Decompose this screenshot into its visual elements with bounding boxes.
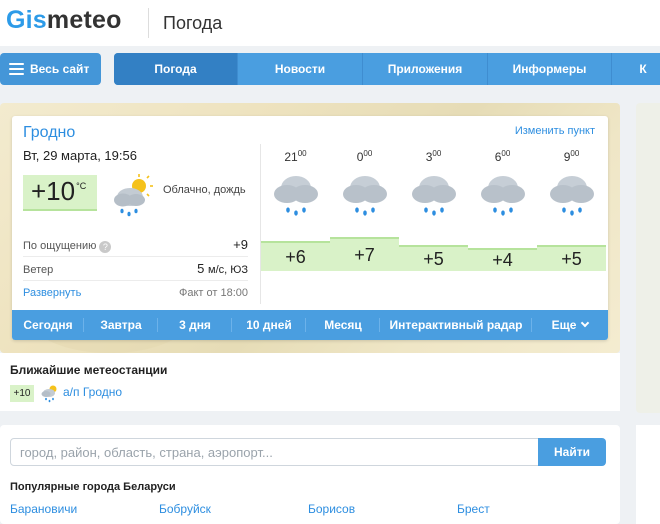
city-link-brest[interactable]: Брест [457,502,490,516]
weather-widget: Гродно Изменить пункт Вт, 29 марта, 19:5… [12,116,608,340]
forecast-tabs: Сегодня Завтра 3 дня 10 дней Месяц Интер… [12,310,608,340]
tab-today[interactable]: Сегодня [12,310,84,340]
search-button[interactable]: Найти [538,438,606,466]
cloud-rain-icon [550,176,594,216]
chevron-down-icon [581,318,590,328]
header-divider [148,8,149,38]
tab-more[interactable]: Еще [532,310,608,340]
hour-time: 2100 [284,149,307,164]
hour-time: 600 [494,149,511,164]
feels-like-value: +9 [233,237,248,252]
cloud-rain-icon [412,176,456,216]
all-site-button[interactable]: Весь сайт [0,53,101,85]
feels-like-label: По ощущению? [23,240,112,253]
city-name[interactable]: Гродно [23,124,75,142]
city-link-baranovichi[interactable]: Барановичи [10,502,77,516]
question-icon[interactable]: ? [99,241,112,253]
cloud-rain-sun-icon [41,385,57,403]
weather-description: Облачно, дождь [163,184,246,196]
expand-link[interactable]: Развернуть [23,287,81,299]
search-input[interactable] [10,438,540,466]
hour-forecast: 300 +5 [399,144,468,304]
station-link[interactable]: а/п Гродно [63,385,122,399]
hour-time: 900 [563,149,580,164]
hour-time: 300 [425,149,442,164]
wind-label: Ветер [23,264,54,276]
hour-time: 000 [356,149,373,164]
page-title: Погода [163,13,223,33]
cloud-rain-icon [481,176,525,216]
cloud-rain-icon [274,176,318,216]
city-link-bobruisk[interactable]: Бобруйск [159,502,211,516]
hour-forecast: 600 +4 [468,144,537,304]
side-panel [636,425,660,524]
nav-apps[interactable]: Приложения [363,53,488,85]
popular-cities-title: Популярные города Беларуси [10,481,176,493]
nav-weather[interactable]: Погода [114,53,238,85]
hour-temperature: +5 [537,245,606,271]
current-datetime: Вт, 29 марта, 19:56 [23,148,137,163]
tab-month[interactable]: Месяц [306,310,380,340]
hour-forecast: 2100 +6 [261,144,330,304]
hour-temperature: +7 [330,237,399,271]
hour-temperature: +4 [468,248,537,271]
change-point-link[interactable]: Изменить пункт [515,125,595,137]
tab-10-days[interactable]: 10 дней [232,310,306,340]
header: Gismeteo Погода [0,0,660,46]
fact-time: Факт от 18:00 [178,287,248,299]
nav-more[interactable]: К [612,53,660,85]
nearest-stations: Ближайшие метеостанции +10 а/п Гродно [0,353,620,411]
all-site-label: Весь сайт [30,62,90,76]
cloud-rain-sun-icon [114,174,153,217]
station-temperature: +10 [10,385,34,402]
current-temperature: +10 °C [23,175,97,211]
hour-temperature: +5 [399,245,468,271]
tab-radar[interactable]: Интерактивный радар [380,310,532,340]
wind-value: 5 м/с, ЮЗ [197,261,248,276]
search-section: Найти Популярные города Беларуси Баранов… [0,425,620,524]
main-nav: Погода Новости Приложения Информеры К [114,53,660,85]
side-map [636,103,660,413]
cloud-rain-icon [343,176,387,216]
nav-news[interactable]: Новости [238,53,363,85]
hour-forecast: 000 +7 [330,144,399,304]
menu-icon [9,63,24,75]
stations-title: Ближайшие метеостанции [10,363,168,377]
city-link-borisov[interactable]: Борисов [308,502,355,516]
tab-tomorrow[interactable]: Завтра [84,310,158,340]
nav-informers[interactable]: Информеры [488,53,612,85]
tab-3-days[interactable]: 3 дня [158,310,232,340]
gismeteo-logo[interactable]: Gismeteo [6,6,122,35]
hour-forecast: 900 +5 [537,144,606,304]
hour-temperature: +6 [261,241,330,271]
